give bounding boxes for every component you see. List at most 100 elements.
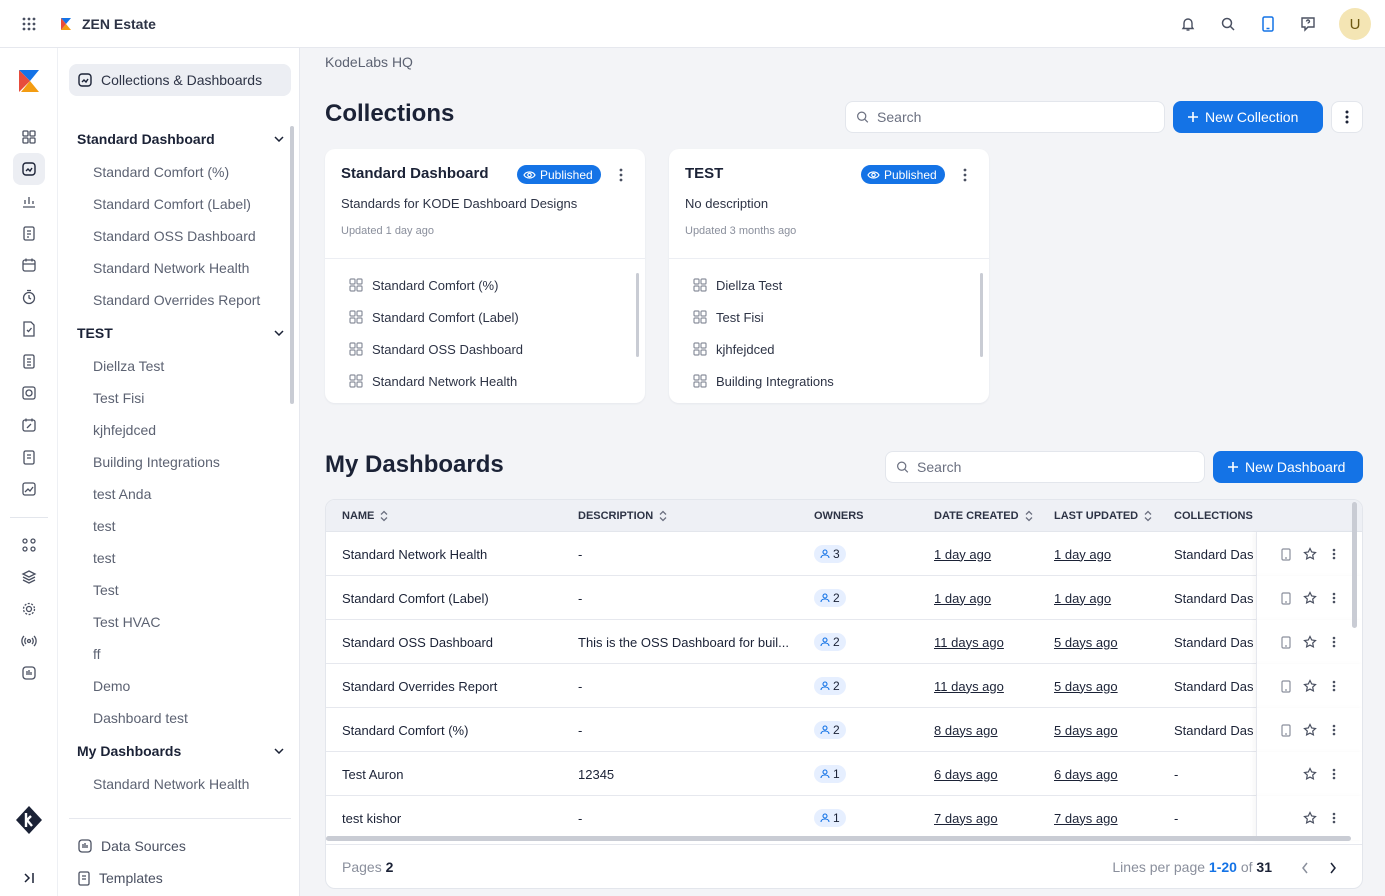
collections-more-button[interactable] — [1331, 101, 1363, 133]
nav-group-my-dashboards[interactable]: My Dashboards — [58, 734, 300, 768]
kebab-icon[interactable] — [1326, 678, 1342, 694]
cell-last-updated[interactable]: 5 days ago — [1054, 620, 1164, 664]
notification-bell-icon[interactable] — [1175, 8, 1201, 40]
cell-date-created[interactable]: 11 days ago — [934, 664, 1044, 708]
cell-date-created[interactable]: 8 days ago — [934, 708, 1044, 752]
owners-chip[interactable]: 2 — [814, 589, 846, 607]
nav-item[interactable]: test — [58, 510, 300, 542]
list-icon[interactable] — [13, 345, 45, 377]
list-item[interactable]: Diellza Test — [693, 269, 973, 301]
table-row[interactable]: test kishor -1 7 days ago 7 days ago - — [326, 796, 1362, 840]
tablet-icon[interactable] — [1278, 590, 1294, 606]
column-header-last-updated[interactable]: LAST UPDATED — [1054, 500, 1152, 532]
column-header-date-created[interactable]: DATE CREATED — [934, 500, 1033, 532]
kebab-icon[interactable] — [1326, 546, 1342, 562]
owners-chip[interactable]: 3 — [814, 545, 846, 563]
collections-search-input[interactable] — [877, 109, 1164, 125]
star-icon[interactable] — [1302, 722, 1318, 738]
cell-last-updated[interactable]: 5 days ago — [1054, 664, 1164, 708]
list-item[interactable]: kjhfejdced — [693, 333, 973, 365]
owners-chip[interactable]: 1 — [814, 765, 846, 783]
nav-item[interactable]: Standard Comfort (Label) — [58, 188, 300, 220]
collections-search[interactable] — [845, 101, 1165, 133]
dashboard-grid-icon[interactable] — [13, 121, 45, 153]
owners-chip[interactable]: 2 — [814, 633, 846, 651]
tablet-icon[interactable] — [1278, 634, 1294, 650]
nav-templates[interactable]: Templates — [77, 862, 163, 894]
star-icon[interactable] — [1302, 810, 1318, 826]
chart-box-icon[interactable] — [13, 377, 45, 409]
nav-item[interactable]: test Anda — [58, 478, 300, 510]
nav-group-test[interactable]: TEST — [58, 316, 300, 350]
nav-item[interactable]: Standard Overrides Report — [58, 284, 300, 316]
search-icon[interactable] — [1215, 8, 1241, 40]
nav-item[interactable]: Dashboard test — [58, 702, 300, 734]
tablet-icon[interactable] — [1278, 546, 1294, 562]
card-scrollbar[interactable] — [980, 273, 983, 357]
breadcrumb[interactable]: KodeLabs HQ — [325, 54, 413, 70]
star-icon[interactable] — [1302, 634, 1318, 650]
data-bars-icon[interactable] — [13, 657, 45, 689]
column-header-description[interactable]: DESCRIPTION — [578, 500, 667, 532]
analytics-icon[interactable] — [13, 185, 45, 217]
owners-chip[interactable]: 1 — [814, 809, 846, 827]
nodes-icon[interactable] — [13, 529, 45, 561]
list-item[interactable]: Standard OSS Dashboard — [349, 333, 629, 365]
nav-item[interactable]: Test — [58, 574, 300, 606]
card-more-button[interactable] — [615, 166, 627, 184]
card-scrollbar[interactable] — [636, 273, 639, 357]
nav-item[interactable]: Standard Comfort (%) — [58, 156, 300, 188]
dashboards-search-input[interactable] — [917, 459, 1204, 475]
table-row[interactable]: Standard Overrides Report - 2 11 days ago 5 … — [326, 664, 1362, 708]
nav-collections-dashboards[interactable]: Collections & Dashboards — [69, 64, 291, 96]
tablet-icon[interactable] — [1278, 722, 1294, 738]
trend-icon[interactable] — [13, 473, 45, 505]
new-dashboard-button[interactable]: New Dashboard — [1213, 451, 1363, 483]
list-item[interactable]: Standard Comfort (Label) — [349, 301, 629, 333]
cell-name[interactable]: test kishor — [342, 796, 568, 840]
nav-item[interactable]: Test Fisi — [58, 382, 300, 414]
nav-item[interactable]: test — [58, 542, 300, 574]
nav-item[interactable]: ff — [58, 638, 300, 670]
signal-icon[interactable] — [13, 625, 45, 657]
kebab-icon[interactable] — [1326, 634, 1342, 650]
cell-name[interactable]: Standard Overrides Report — [342, 664, 568, 708]
cell-date-created[interactable]: 1 day ago — [934, 532, 1044, 576]
calendar-edit-icon[interactable] — [13, 409, 45, 441]
collection-card[interactable]: Standard Dashboard Published Standards f… — [325, 149, 645, 403]
nav-item[interactable]: Diellza Test — [58, 350, 300, 382]
cell-name[interactable]: Standard Network Health — [342, 532, 568, 576]
star-icon[interactable] — [1302, 766, 1318, 782]
cell-date-created[interactable]: 11 days ago — [934, 620, 1044, 664]
table-row[interactable]: Test Auron 12345 1 6 days ago 6 days ago - — [326, 752, 1362, 796]
new-collection-button[interactable]: New Collection — [1173, 101, 1323, 133]
nav-item[interactable]: Standard OSS Dashboard — [58, 220, 300, 252]
kebab-icon[interactable] — [1326, 722, 1342, 738]
apps-grid-icon[interactable] — [0, 0, 58, 48]
calendar-icon[interactable] — [13, 249, 45, 281]
brand-mark-icon[interactable] — [13, 64, 45, 96]
nav-group-standard-dashboard[interactable]: Standard Dashboard — [58, 122, 300, 156]
kebab-icon[interactable] — [1326, 766, 1342, 782]
table-row[interactable]: Standard OSS Dashboard This is the OSS Da… — [326, 620, 1362, 664]
star-icon[interactable] — [1302, 678, 1318, 694]
table-row[interactable]: Standard Comfort (%) - 2 8 days ago 5 days a… — [326, 708, 1362, 752]
nav-item[interactable]: Test HVAC — [58, 606, 300, 638]
nav-item[interactable]: Building Integrations — [58, 446, 300, 478]
cell-last-updated[interactable]: 1 day ago — [1054, 532, 1164, 576]
cell-date-created[interactable]: 7 days ago — [934, 796, 1044, 840]
cell-name[interactable]: Test Auron — [342, 752, 568, 796]
star-icon[interactable] — [1302, 546, 1318, 562]
layers-icon[interactable] — [13, 561, 45, 593]
table-row[interactable]: Standard Comfort (Label) - 2 1 day ago 1 day… — [326, 576, 1362, 620]
table-row[interactable]: Standard Network Health - 3 1 day ago 1 day … — [326, 532, 1362, 576]
list-item[interactable]: Building Integrations — [693, 365, 973, 397]
list-item[interactable]: Standard Comfort (%) — [349, 269, 629, 301]
cell-name[interactable]: Standard Comfort (Label) — [342, 576, 568, 620]
cell-last-updated[interactable]: 1 day ago — [1054, 576, 1164, 620]
cell-name[interactable]: Standard OSS Dashboard — [342, 620, 568, 664]
vertical-scrollbar[interactable] — [1352, 502, 1357, 628]
notes-icon[interactable] — [13, 441, 45, 473]
list-item[interactable]: Test Fisi — [693, 301, 973, 333]
tablet-icon[interactable] — [1278, 678, 1294, 694]
